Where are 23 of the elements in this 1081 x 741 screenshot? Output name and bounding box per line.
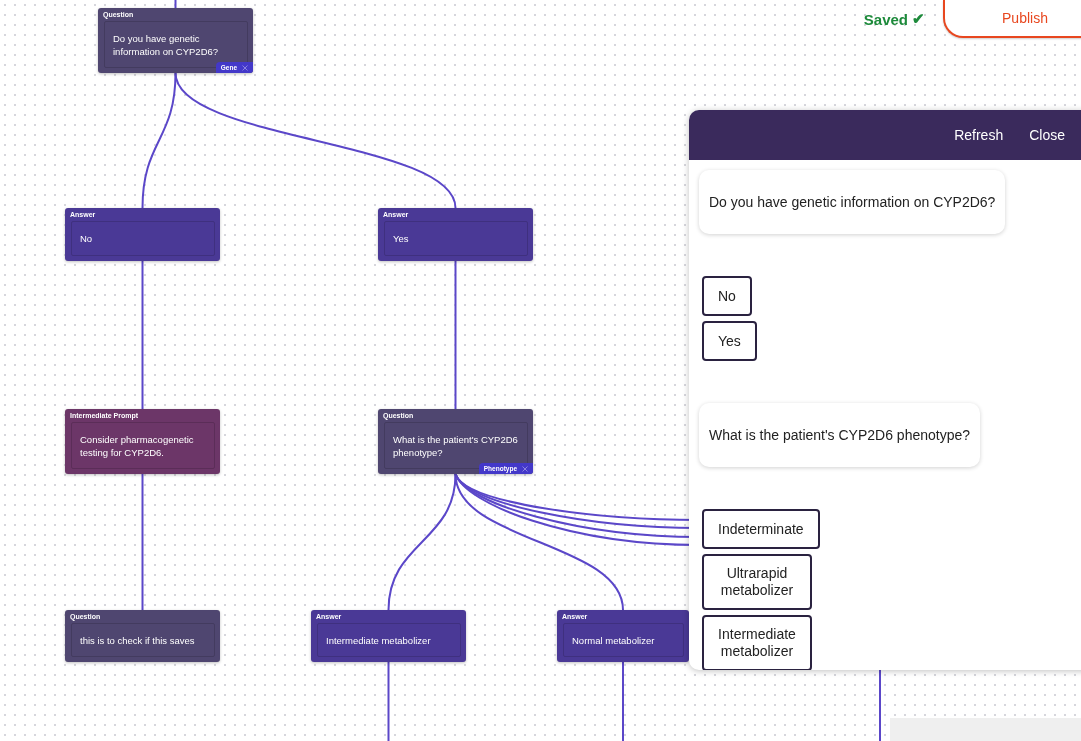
publish-button[interactable]: Publish — [943, 0, 1081, 38]
node-text: Consider pharmacogenetic testing for CYP2D6. — [80, 432, 195, 459]
answer-option[interactable]: No — [702, 276, 752, 316]
close-icon[interactable] — [242, 64, 248, 71]
saved-status: Saved — [863, 10, 908, 28]
chat-message: Do you have genetic information on CYP2D6? — [699, 170, 1006, 234]
answer-option[interactable]: Ultrarapid metabolizer — [702, 554, 812, 610]
node-text: Normal metabolizer — [572, 633, 655, 647]
node-text: this is to check if this saves — [80, 633, 195, 647]
answer-option[interactable]: Intermediate metabolizer — [702, 615, 812, 670]
close-icon[interactable] — [522, 465, 528, 472]
node-text: Intermediate metabolizer — [326, 633, 431, 647]
node-text: What is the patient's CYP2D6 phenotype? — [393, 432, 519, 459]
node-text: No — [80, 232, 93, 245]
header-button[interactable]: Close — [1021, 123, 1073, 147]
chat-message: What is the patient's CYP2D6 phenotype? — [699, 403, 981, 467]
node-text: Yes — [393, 232, 409, 245]
answer-option[interactable]: Yes — [702, 321, 757, 361]
header-button[interactable]: Refresh — [946, 123, 1012, 147]
connector-line — [174, 0, 177, 9]
answer-option[interactable]: Indeterminate — [702, 509, 820, 549]
check-icon: ✔ — [912, 10, 925, 28]
node-text: Do you have genetic information on CYP2D6? — [113, 31, 220, 58]
